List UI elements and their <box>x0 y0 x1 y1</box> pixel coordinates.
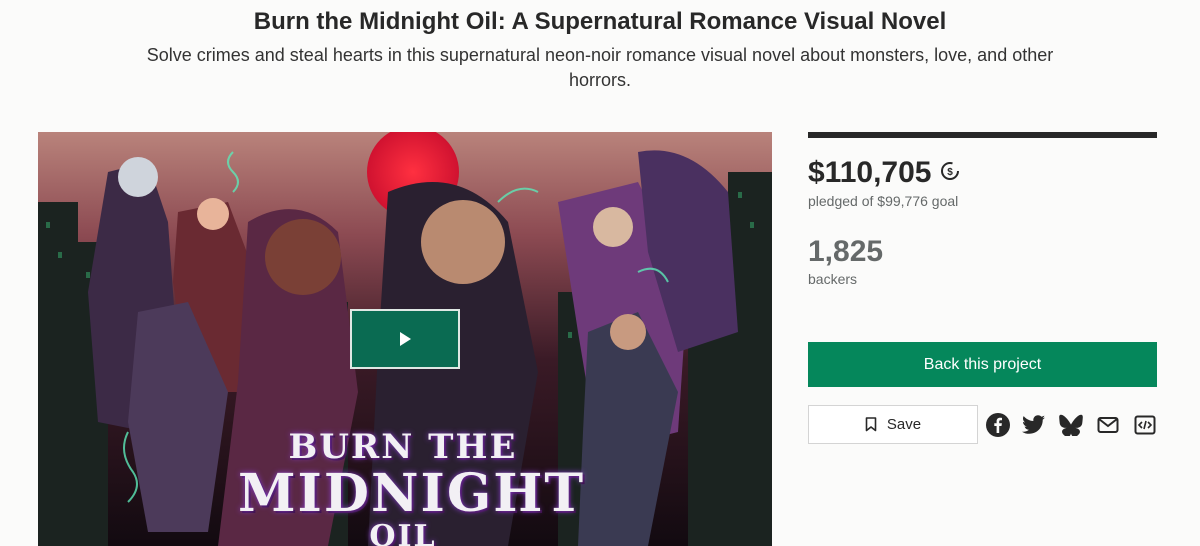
goal-text: pledged of $99,776 goal <box>808 193 959 209</box>
play-video-button[interactable] <box>350 309 460 369</box>
logo-line-3: OIL <box>369 519 437 546</box>
bluesky-icon[interactable] <box>1059 413 1083 437</box>
backers-count: 1,825 <box>808 235 884 268</box>
funding-progress-bar <box>808 132 1157 138</box>
project-blurb: Solve crimes and steal hearts in this su… <box>146 45 1054 90</box>
bookmark-icon <box>865 417 877 432</box>
game-logo: BURN THE MIDNIGHT OIL <box>238 427 586 546</box>
twitter-icon[interactable] <box>1022 413 1046 437</box>
back-this-project-button[interactable]: Back this project <box>808 342 1157 387</box>
save-button[interactable]: Save <box>808 405 978 444</box>
play-icon <box>400 332 411 346</box>
project-video[interactable]: BURN THE MIDNIGHT OIL <box>38 132 772 546</box>
pledged-value: $110,705 <box>808 156 932 189</box>
pledged-amount: $110,705 $ <box>808 156 961 190</box>
facebook-icon[interactable] <box>986 413 1010 437</box>
embed-icon[interactable] <box>1133 413 1157 437</box>
logo-line-1: BURN THE <box>288 427 518 467</box>
backers-label: backers <box>808 271 858 287</box>
save-label: Save <box>886 416 922 433</box>
project-title: Burn the Midnight Oil: A Supernatural Ro… <box>253 8 947 35</box>
currency-conversion-icon[interactable]: $ <box>939 156 961 190</box>
email-icon[interactable] <box>1096 413 1120 437</box>
logo-line-2: MIDNIGHT <box>238 463 586 524</box>
svg-text:$: $ <box>948 167 954 178</box>
